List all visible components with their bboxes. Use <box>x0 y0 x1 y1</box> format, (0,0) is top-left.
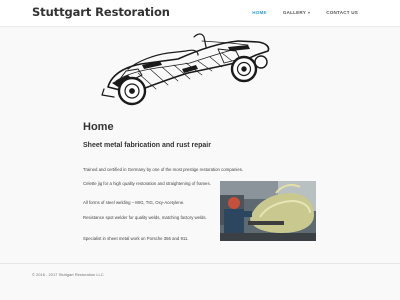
paragraph: Celette jig for a high quality restorati… <box>83 181 211 186</box>
page-title: Home <box>83 121 114 133</box>
site-title[interactable]: Stuttgart Restoration <box>32 5 170 19</box>
nav-item-home[interactable]: HOME <box>244 10 275 15</box>
main-nav: HOME GALLERY ▾ CONTACT US <box>244 10 366 15</box>
nav-item-contact[interactable]: CONTACT US <box>318 10 366 15</box>
nav-item-contact-label: CONTACT US <box>326 10 358 15</box>
footer-copyright: © 2016 - 2017 Stuttgart Restoration LLC <box>32 272 104 277</box>
paragraph: Resistance spot welder for quality welds… <box>83 215 207 220</box>
nav-item-home-label: HOME <box>252 10 267 15</box>
paragraph: All forms of steel welding – MIG, TIG, O… <box>83 200 185 205</box>
page-subtitle: Sheet metal fabrication and rust repair <box>83 142 211 149</box>
nav-item-gallery[interactable]: GALLERY ▾ <box>275 10 318 15</box>
paragraph: Specialist in sheet metal work on Porsch… <box>83 236 189 241</box>
nav-item-gallery-label: GALLERY <box>282 10 306 15</box>
chevron-down-icon: ▾ <box>308 10 311 15</box>
hero-car-illustration <box>101 33 270 106</box>
footer-divider <box>0 263 400 264</box>
paragraph: Trained and certified in Germany by one … <box>83 167 244 172</box>
workshop-photo <box>220 181 316 241</box>
site-header: Stuttgart Restoration HOME GALLERY ▾ CON… <box>0 0 400 27</box>
